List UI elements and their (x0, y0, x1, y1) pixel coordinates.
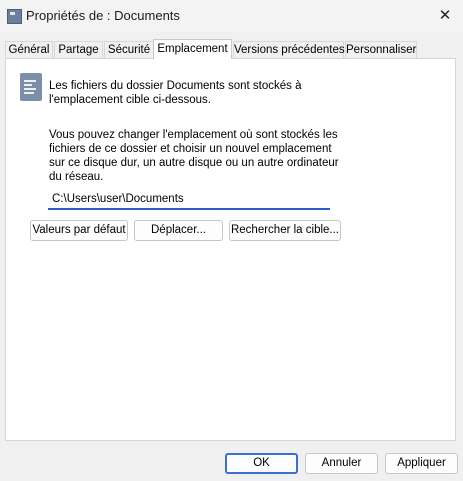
find-target-button[interactable]: Rechercher la cible... (229, 220, 341, 241)
folder-properties-icon (7, 9, 22, 24)
close-icon: ✕ (438, 7, 452, 24)
apply-button[interactable]: Appliquer (385, 453, 458, 474)
folder-location-icon (20, 73, 42, 101)
tab-previous-versions[interactable]: Versions précédentes (233, 41, 345, 58)
tab-security[interactable]: Sécurité (104, 41, 154, 58)
tab-location[interactable]: Emplacement (153, 39, 232, 59)
tab-customize[interactable]: Personnaliser (345, 41, 417, 58)
title-bar: Propriétés de : Documents ✕ (0, 0, 463, 32)
restore-default-button[interactable]: Valeurs par défaut (30, 220, 128, 241)
close-button[interactable]: ✕ (427, 0, 463, 32)
tab-general[interactable]: Général (5, 41, 53, 58)
location-info-text: Les fichiers du dossier Documents sont s… (49, 80, 302, 106)
move-button[interactable]: Déplacer... (134, 220, 223, 241)
cancel-button[interactable]: Annuler (305, 453, 378, 474)
location-description-text: Vous pouvez changer l'emplacement où son… (49, 129, 339, 183)
tab-sharing[interactable]: Partage (54, 41, 103, 58)
target-path-input[interactable] (48, 190, 330, 210)
window-title: Propriétés de : Documents (26, 8, 180, 23)
ok-button[interactable]: OK (225, 453, 298, 474)
location-panel: Les fichiers du dossier Documents sont s… (5, 58, 456, 441)
